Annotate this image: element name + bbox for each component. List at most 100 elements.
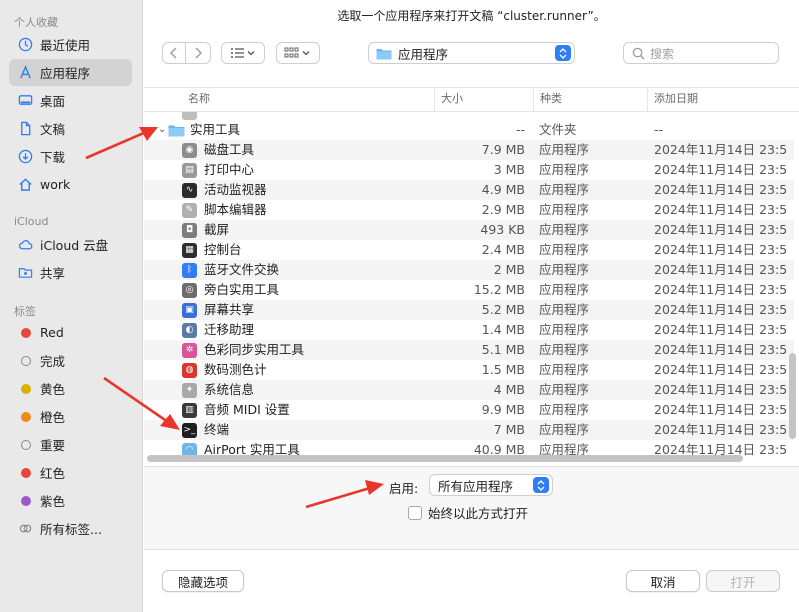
app-name: 数码测色计 xyxy=(204,362,267,377)
grid-view-button[interactable] xyxy=(276,42,320,64)
date-cell: 2024年11月14日 23:5 xyxy=(654,362,788,377)
app-icon: ✦ xyxy=(182,382,197,398)
enable-popup[interactable]: 所有应用程序 xyxy=(429,474,553,496)
sidebar-item-desktop[interactable]: 桌面 xyxy=(9,87,132,114)
always-open-option[interactable]: 始终以此方式打开 xyxy=(408,503,528,522)
orange-tag-dot-icon xyxy=(21,411,31,422)
sidebar-tag-red-cn[interactable]: 红色 xyxy=(9,459,132,486)
sidebar-tag-orange[interactable]: 橙色 xyxy=(9,403,132,430)
app-icon: ✎ xyxy=(182,202,197,218)
vertical-scrollbar[interactable] xyxy=(789,353,796,439)
chevron-left-icon xyxy=(169,47,177,59)
sidebar-tag-red[interactable]: Red xyxy=(9,319,132,346)
sidebar-item-label: 红色 xyxy=(40,466,66,481)
sidebar-item-downloads[interactable]: 下载 xyxy=(9,143,132,170)
name-cell: ◐ 迁移助理 xyxy=(182,320,434,340)
table-row[interactable]: ▣ 屏幕共享 5.2 MB 应用程序 2024年11月14日 23:5 xyxy=(144,300,794,320)
app-icon: ◉ xyxy=(182,142,197,158)
app-icon: ◘ xyxy=(182,222,197,238)
sidebar-item-documents[interactable]: 文稿 xyxy=(9,115,132,142)
date-cell: -- xyxy=(654,122,664,137)
sidebar-tag-purple[interactable]: 紫色 xyxy=(9,487,132,514)
red-tag-dot-icon xyxy=(21,467,31,478)
cancel-button[interactable]: 取消 xyxy=(626,570,700,592)
table-row[interactable]: ▤ 打印中心 3 MB 应用程序 2024年11月14日 23:5 xyxy=(144,160,794,180)
table-row[interactable]: ✲ 色彩同步实用工具 5.1 MB 应用程序 2024年11月14日 23:5 xyxy=(144,340,794,360)
table-row[interactable]: ᛒ 蓝牙文件交换 2 MB 应用程序 2024年11月14日 23:5 xyxy=(144,260,794,280)
list-view-icon xyxy=(231,48,255,58)
kind-cell: 应用程序 xyxy=(539,182,590,197)
column-header-name[interactable]: 名称 xyxy=(182,88,434,112)
name-cell: ✲ 色彩同步实用工具 xyxy=(182,340,434,360)
column-header-size[interactable]: 大小 xyxy=(434,88,533,112)
kind-cell: 应用程序 xyxy=(539,202,590,217)
date-cell: 2024年11月14日 23:5 xyxy=(654,322,788,337)
size-cell: 7.9 MB xyxy=(481,142,525,157)
table-row[interactable]: >_ 终端 7 MB 应用程序 2024年11月14日 23:5 xyxy=(144,420,794,440)
table-row[interactable]: ∿ 活动监视器 4.9 MB 应用程序 2024年11月14日 23:5 xyxy=(144,180,794,200)
kind-cell: 应用程序 xyxy=(539,382,590,397)
column-header-kind[interactable]: 种类 xyxy=(533,88,647,112)
kind-cell: 应用程序 xyxy=(539,162,590,177)
horizontal-scrollbar[interactable] xyxy=(147,455,743,462)
app-name: 音频 MIDI 设置 xyxy=(204,402,290,417)
sidebar: 个人收藏 最近使用 应用程序 桌面 文稿 下载 work iCloud iClo… xyxy=(0,0,143,612)
column-header-date[interactable]: 添加日期 xyxy=(647,88,797,112)
table-row[interactable]: ◐ 迁移助理 1.4 MB 应用程序 2024年11月14日 23:5 xyxy=(144,320,794,340)
date-cell: 2024年11月14日 23:5 xyxy=(654,262,788,277)
list-view-button[interactable] xyxy=(221,42,265,64)
size-cell: 2 MB xyxy=(493,262,525,277)
name-cell: ✎ 脚本编辑器 xyxy=(182,200,434,220)
sidebar-item-label: iCloud 云盘 xyxy=(40,238,109,253)
options-area: 启用: 所有应用程序 始终以此方式打开 xyxy=(144,466,799,550)
app-name: 截屏 xyxy=(204,222,230,237)
sidebar-item-icloud-drive[interactable]: iCloud 云盘 xyxy=(9,231,132,258)
table-row[interactable]: ▥ 音频 MIDI 设置 9.9 MB 应用程序 2024年11月14日 23:5 xyxy=(144,400,794,420)
back-button[interactable] xyxy=(162,42,186,64)
search-icon xyxy=(632,47,645,60)
app-name: 旁白实用工具 xyxy=(204,282,280,297)
disclosure-triangle-icon[interactable]: ⌄ xyxy=(158,120,166,140)
clock-icon xyxy=(18,37,33,52)
table-row[interactable]: ✎ 脚本编辑器 2.9 MB 应用程序 2024年11月14日 23:5 xyxy=(144,200,794,220)
sidebar-item-label: 文稿 xyxy=(40,122,66,137)
table-row-folder[interactable]: ⌄ 实用工具 -- 文件夹 -- xyxy=(144,120,794,140)
search-field[interactable]: 搜索 xyxy=(623,42,779,64)
sidebar-item-recents[interactable]: 最近使用 xyxy=(9,31,132,58)
hide-options-button[interactable]: 隐藏选项 xyxy=(162,570,244,592)
kind-cell: 应用程序 xyxy=(539,402,590,417)
app-name: 屏幕共享 xyxy=(204,302,255,317)
date-cell: 2024年11月14日 23:5 xyxy=(654,282,788,297)
open-button[interactable]: 打开 xyxy=(706,570,780,592)
app-icon: ▥ xyxy=(182,402,197,418)
kind-cell: 应用程序 xyxy=(539,222,590,237)
sidebar-tag-yellow[interactable]: 黄色 xyxy=(9,375,132,402)
location-popup[interactable]: 应用程序 xyxy=(368,42,575,64)
always-open-checkbox[interactable] xyxy=(408,505,422,520)
sidebar-tag-important[interactable]: 重要 xyxy=(9,431,132,458)
forward-button[interactable] xyxy=(185,42,211,64)
table-row[interactable]: ◉ 磁盘工具 7.9 MB 应用程序 2024年11月14日 23:5 xyxy=(144,140,794,160)
table-row[interactable]: ◍ 数码测色计 1.5 MB 应用程序 2024年11月14日 23:5 xyxy=(144,360,794,380)
size-cell: 5.1 MB xyxy=(481,342,525,357)
size-cell: 2.9 MB xyxy=(481,202,525,217)
sidebar-item-label: 完成 xyxy=(40,354,66,369)
table-row[interactable]: ▦ 控制台 2.4 MB 应用程序 2024年11月14日 23:5 xyxy=(144,240,794,260)
kind-cell: 应用程序 xyxy=(539,242,590,257)
app-name: 控制台 xyxy=(204,242,242,257)
sidebar-all-tags[interactable]: 所有标签... xyxy=(9,515,132,542)
table-row[interactable]: ✦ 系统信息 4 MB 应用程序 2024年11月14日 23:5 xyxy=(144,380,794,400)
sidebar-item-label: Red xyxy=(40,325,64,340)
sidebar-item-shared[interactable]: 共享 xyxy=(9,259,132,286)
date-cell: 2024年11月14日 23:5 xyxy=(654,342,788,357)
sidebar-item-work[interactable]: work xyxy=(9,171,132,198)
hollow-tag-dot-icon xyxy=(21,439,31,450)
home-icon xyxy=(18,177,33,192)
size-cell: 5.2 MB xyxy=(481,302,525,317)
size-cell: -- xyxy=(515,122,525,137)
sidebar-tag-done[interactable]: 完成 xyxy=(9,347,132,374)
table-row[interactable]: ◘ 截屏 493 KB 应用程序 2024年11月14日 23:5 xyxy=(144,220,794,240)
sidebar-item-applications[interactable]: 应用程序 xyxy=(9,59,132,86)
kind-cell: 应用程序 xyxy=(539,362,590,377)
table-row[interactable]: ◎ 旁白实用工具 15.2 MB 应用程序 2024年11月14日 23:5 xyxy=(144,280,794,300)
